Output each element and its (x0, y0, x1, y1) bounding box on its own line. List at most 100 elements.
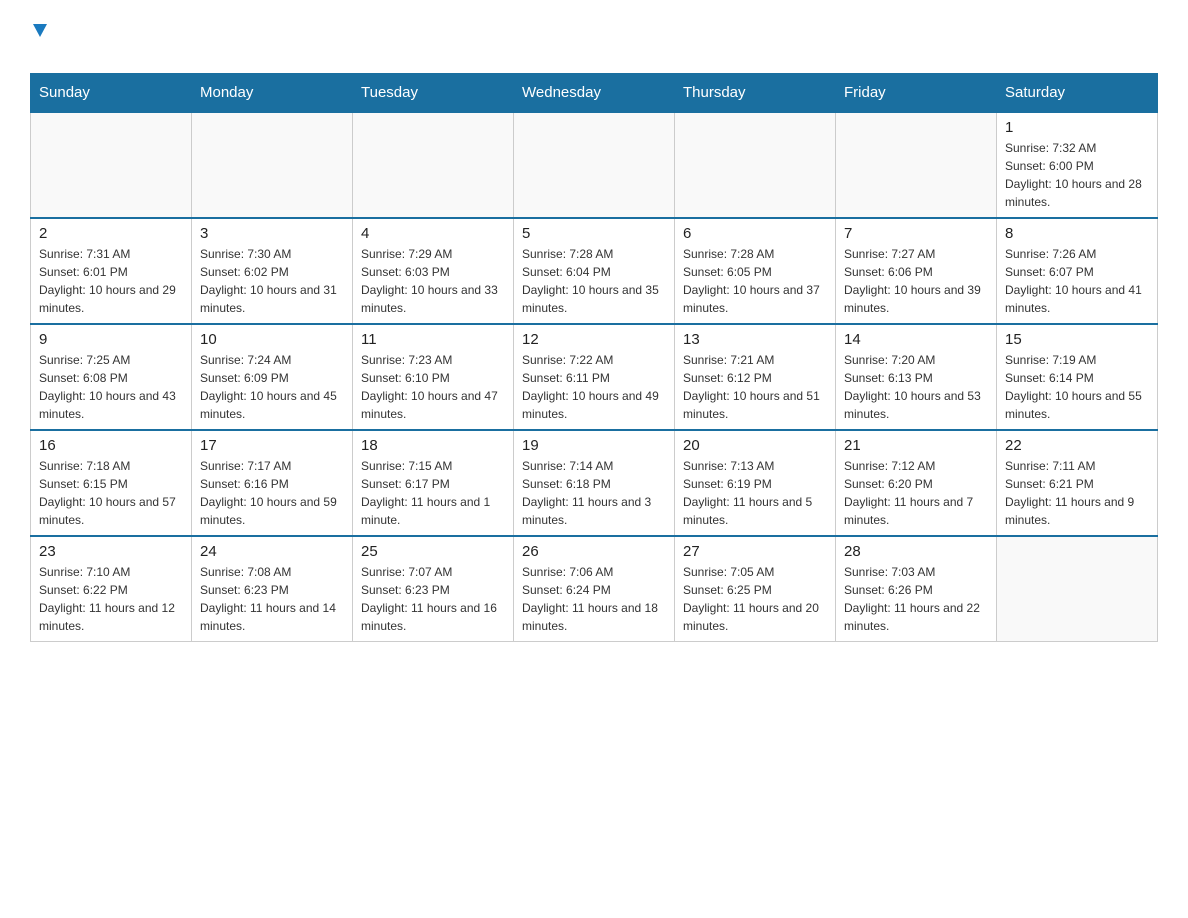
calendar-cell-w3-d6: 14 Sunrise: 7:20 AMSunset: 6:13 PMDayligh… (836, 324, 997, 430)
calendar-cell-w2-d3: 4 Sunrise: 7:29 AMSunset: 6:03 PMDaylight… (353, 218, 514, 324)
day-info: Sunrise: 7:13 AMSunset: 6:19 PMDaylight:… (683, 457, 827, 529)
day-info: Sunrise: 7:18 AMSunset: 6:15 PMDaylight:… (39, 457, 183, 529)
weekday-header-thursday: Thursday (675, 74, 836, 113)
calendar-cell-w1-d4 (514, 112, 675, 218)
calendar-cell-w3-d2: 10 Sunrise: 7:24 AMSunset: 6:09 PMDayligh… (192, 324, 353, 430)
day-number: 10 (200, 331, 344, 348)
day-number: 19 (522, 437, 666, 454)
calendar-cell-w1-d6 (836, 112, 997, 218)
calendar-cell-w3-d1: 9 Sunrise: 7:25 AMSunset: 6:08 PMDaylight… (31, 324, 192, 430)
weekday-header-monday: Monday (192, 74, 353, 113)
calendar-cell-w1-d3 (353, 112, 514, 218)
day-number: 15 (1005, 331, 1149, 348)
calendar-week-5: 23Sunrise: 7:10 AMSunset: 6:22 PMDayligh… (31, 536, 1158, 642)
day-info: Sunrise: 7:15 AMSunset: 6:17 PMDaylight:… (361, 457, 505, 529)
day-number: 1 (1005, 119, 1149, 136)
day-info: Sunrise: 7:06 AMSunset: 6:24 PMDaylight:… (522, 563, 666, 635)
day-number: 24 (200, 543, 344, 560)
calendar-cell-w4-d7: 22 Sunrise: 7:11 AMSunset: 6:21 PMDayligh… (997, 430, 1158, 536)
day-info: Sunrise: 7:19 AMSunset: 6:14 PMDaylight:… (1005, 351, 1149, 423)
day-number: 26 (522, 543, 666, 560)
day-number: 9 (39, 331, 183, 348)
logo (30, 20, 47, 63)
calendar-week-1: 1 Sunrise: 7:32 AMSunset: 6:00 PMDaylight… (31, 112, 1158, 218)
day-info: Sunrise: 7:08 AMSunset: 6:23 PMDaylight:… (200, 563, 344, 635)
calendar-cell-w2-d4: 5 Sunrise: 7:28 AMSunset: 6:04 PMDaylight… (514, 218, 675, 324)
calendar-cell-w4-d6: 21 Sunrise: 7:12 AMSunset: 6:20 PMDayligh… (836, 430, 997, 536)
calendar-cell-w4-d5: 20 Sunrise: 7:13 AMSunset: 6:19 PMDayligh… (675, 430, 836, 536)
calendar-cell-w2-d7: 8Sunrise: 7:26 AMSunset: 6:07 PMDaylight… (997, 218, 1158, 324)
day-info: Sunrise: 7:21 AMSunset: 6:12 PMDaylight:… (683, 351, 827, 423)
day-number: 3 (200, 225, 344, 242)
day-info: Sunrise: 7:30 AMSunset: 6:02 PMDaylight:… (200, 245, 344, 317)
calendar-table: SundayMondayTuesdayWednesdayThursdayFrid… (30, 73, 1158, 642)
day-number: 13 (683, 331, 827, 348)
day-info: Sunrise: 7:24 AMSunset: 6:09 PMDaylight:… (200, 351, 344, 423)
day-info: Sunrise: 7:17 AMSunset: 6:16 PMDaylight:… (200, 457, 344, 529)
day-number: 22 (1005, 437, 1149, 454)
day-number: 23 (39, 543, 183, 560)
calendar-cell-w4-d3: 18 Sunrise: 7:15 AMSunset: 6:17 PMDayligh… (353, 430, 514, 536)
calendar-cell-w3-d7: 15 Sunrise: 7:19 AMSunset: 6:14 PMDayligh… (997, 324, 1158, 430)
calendar-cell-w2-d2: 3 Sunrise: 7:30 AMSunset: 6:02 PMDaylight… (192, 218, 353, 324)
day-number: 17 (200, 437, 344, 454)
day-info: Sunrise: 7:31 AMSunset: 6:01 PMDaylight:… (39, 245, 183, 317)
day-info: Sunrise: 7:11 AMSunset: 6:21 PMDaylight:… (1005, 457, 1149, 529)
calendar-cell-w4-d2: 17 Sunrise: 7:17 AMSunset: 6:16 PMDayligh… (192, 430, 353, 536)
day-number: 2 (39, 225, 183, 242)
calendar-cell-w3-d3: 11 Sunrise: 7:23 AMSunset: 6:10 PMDayligh… (353, 324, 514, 430)
day-number: 18 (361, 437, 505, 454)
day-info: Sunrise: 7:29 AMSunset: 6:03 PMDaylight:… (361, 245, 505, 317)
day-info: Sunrise: 7:25 AMSunset: 6:08 PMDaylight:… (39, 351, 183, 423)
day-info: Sunrise: 7:03 AMSunset: 6:26 PMDaylight:… (844, 563, 988, 635)
calendar-cell-w3-d4: 12 Sunrise: 7:22 AMSunset: 6:11 PMDayligh… (514, 324, 675, 430)
calendar-cell-w5-d7 (997, 536, 1158, 642)
day-info: Sunrise: 7:20 AMSunset: 6:13 PMDaylight:… (844, 351, 988, 423)
day-number: 7 (844, 225, 988, 242)
calendar-cell-w5-d1: 23Sunrise: 7:10 AMSunset: 6:22 PMDayligh… (31, 536, 192, 642)
calendar-week-2: 2 Sunrise: 7:31 AMSunset: 6:01 PMDaylight… (31, 218, 1158, 324)
day-info: Sunrise: 7:28 AMSunset: 6:05 PMDaylight:… (683, 245, 827, 317)
calendar-cell-w4-d1: 16 Sunrise: 7:18 AMSunset: 6:15 PMDayligh… (31, 430, 192, 536)
calendar-cell-w5-d5: 27Sunrise: 7:05 AMSunset: 6:25 PMDayligh… (675, 536, 836, 642)
day-info: Sunrise: 7:27 AMSunset: 6:06 PMDaylight:… (844, 245, 988, 317)
day-info: Sunrise: 7:12 AMSunset: 6:20 PMDaylight:… (844, 457, 988, 529)
day-info: Sunrise: 7:32 AMSunset: 6:00 PMDaylight:… (1005, 139, 1149, 211)
calendar-week-4: 16 Sunrise: 7:18 AMSunset: 6:15 PMDayligh… (31, 430, 1158, 536)
weekday-header-sunday: Sunday (31, 74, 192, 113)
day-number: 16 (39, 437, 183, 454)
day-number: 14 (844, 331, 988, 348)
weekday-header-tuesday: Tuesday (353, 74, 514, 113)
page-header (30, 20, 1158, 63)
day-number: 25 (361, 543, 505, 560)
calendar-cell-w3-d5: 13 Sunrise: 7:21 AMSunset: 6:12 PMDayligh… (675, 324, 836, 430)
calendar-cell-w2-d5: 6Sunrise: 7:28 AMSunset: 6:05 PMDaylight… (675, 218, 836, 324)
weekday-header-saturday: Saturday (997, 74, 1158, 113)
day-number: 28 (844, 543, 988, 560)
day-info: Sunrise: 7:28 AMSunset: 6:04 PMDaylight:… (522, 245, 666, 317)
day-number: 12 (522, 331, 666, 348)
calendar-cell-w5-d4: 26 Sunrise: 7:06 AMSunset: 6:24 PMDayligh… (514, 536, 675, 642)
day-info: Sunrise: 7:14 AMSunset: 6:18 PMDaylight:… (522, 457, 666, 529)
weekday-header-wednesday: Wednesday (514, 74, 675, 113)
day-info: Sunrise: 7:07 AMSunset: 6:23 PMDaylight:… (361, 563, 505, 635)
calendar-week-3: 9 Sunrise: 7:25 AMSunset: 6:08 PMDaylight… (31, 324, 1158, 430)
day-number: 4 (361, 225, 505, 242)
calendar-cell-w5-d2: 24 Sunrise: 7:08 AMSunset: 6:23 PMDayligh… (192, 536, 353, 642)
day-info: Sunrise: 7:26 AMSunset: 6:07 PMDaylight:… (1005, 245, 1149, 317)
day-info: Sunrise: 7:22 AMSunset: 6:11 PMDaylight:… (522, 351, 666, 423)
calendar-cell-w1-d7: 1 Sunrise: 7:32 AMSunset: 6:00 PMDaylight… (997, 112, 1158, 218)
calendar-cell-w5-d6: 28 Sunrise: 7:03 AMSunset: 6:26 PMDayligh… (836, 536, 997, 642)
calendar-cell-w2-d1: 2 Sunrise: 7:31 AMSunset: 6:01 PMDaylight… (31, 218, 192, 324)
calendar-cell-w4-d4: 19 Sunrise: 7:14 AMSunset: 6:18 PMDayligh… (514, 430, 675, 536)
day-number: 11 (361, 331, 505, 348)
calendar-cell-w2-d6: 7 Sunrise: 7:27 AMSunset: 6:06 PMDaylight… (836, 218, 997, 324)
calendar-cell-w1-d2 (192, 112, 353, 218)
day-number: 20 (683, 437, 827, 454)
day-number: 27 (683, 543, 827, 560)
weekday-header-friday: Friday (836, 74, 997, 113)
day-number: 5 (522, 225, 666, 242)
day-number: 21 (844, 437, 988, 454)
day-info: Sunrise: 7:23 AMSunset: 6:10 PMDaylight:… (361, 351, 505, 423)
calendar-cell-w1-d5 (675, 112, 836, 218)
